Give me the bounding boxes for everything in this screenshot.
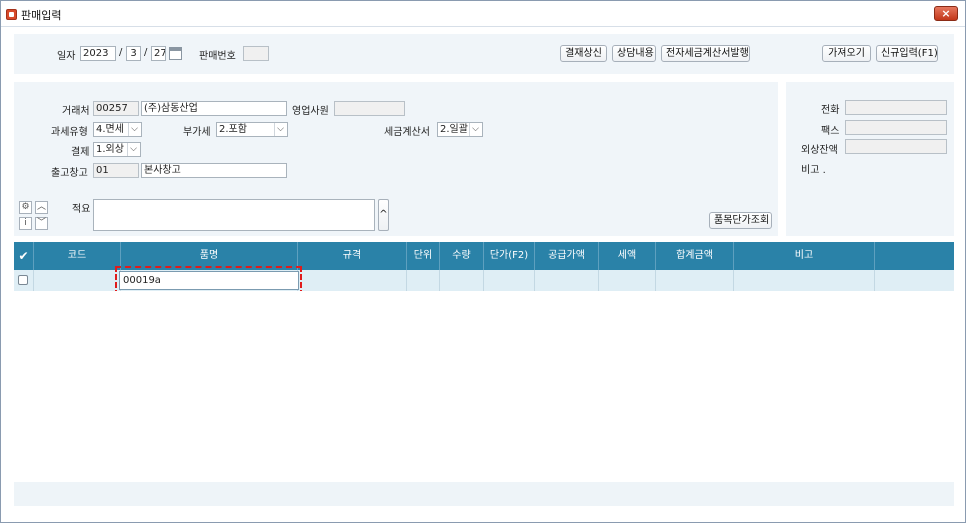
consult-button[interactable]: 상담내용 xyxy=(612,45,656,62)
grid-body[interactable] xyxy=(14,291,954,481)
memo-label: 적요 xyxy=(72,204,91,215)
memo-expand-button[interactable]: ^ xyxy=(378,199,389,231)
column-header-unit-price[interactable]: 단가(F2) xyxy=(484,242,535,270)
column-header-qty[interactable]: 수량 xyxy=(440,242,484,270)
tax-invoice-select[interactable]: 2.일괄 ⌵ xyxy=(437,122,483,137)
select-all-checkbox[interactable]: ✔ xyxy=(14,242,34,270)
date-separator: / xyxy=(119,47,123,58)
phone-label: 전화 xyxy=(821,105,840,116)
cell-spec[interactable] xyxy=(298,270,407,291)
window-title: 판매입력 xyxy=(21,9,62,22)
cell-qty[interactable] xyxy=(440,270,484,291)
chevron-down-icon: ⌵ xyxy=(469,123,481,136)
customer-name-field[interactable]: (주)삼동산업 xyxy=(141,101,287,116)
column-header-note[interactable]: 비고 xyxy=(734,242,875,270)
cell-unit-price[interactable] xyxy=(484,270,535,291)
date-separator: / xyxy=(144,47,148,58)
note-label: 비고 . xyxy=(801,165,826,176)
calendar-icon[interactable] xyxy=(169,47,182,60)
form-panel: 거래처 00257 (주)삼동산업 영업사원 과세유형 4.면세 ⌵ 부가세 2… xyxy=(14,82,778,236)
header-panel: 일자 2023 / 3 / 27 판매번호 결재상신 상담내용 전자세금계산서발… xyxy=(14,34,954,74)
chevron-down-icon[interactable]: ﹀ xyxy=(35,217,48,230)
payment-select[interactable]: 1.외상 ⌵ xyxy=(93,142,141,157)
approval-button[interactable]: 결재상신 xyxy=(560,45,607,62)
date-label: 일자 xyxy=(57,51,76,62)
chevron-up-icon[interactable]: ︿ xyxy=(35,201,48,214)
info-icon[interactable]: i xyxy=(19,217,32,230)
vat-select[interactable]: 2.포함 ⌵ xyxy=(216,122,288,137)
gear-icon[interactable]: ⚙ xyxy=(19,201,32,214)
column-header-unit[interactable]: 단위 xyxy=(407,242,440,270)
sale-no-label: 판매번호 xyxy=(199,51,236,62)
customer-label: 거래처 xyxy=(62,106,90,117)
cell-total[interactable] xyxy=(656,270,734,291)
credit-balance-label: 외상잔액 xyxy=(801,145,838,156)
warehouse-name-field[interactable]: 본사창고 xyxy=(141,163,287,178)
item-price-lookup-button[interactable]: 품목단가조회 xyxy=(709,212,772,229)
close-button[interactable]: × xyxy=(934,6,958,21)
warehouse-code-field[interactable]: 01 xyxy=(93,163,139,178)
day-field[interactable]: 27 xyxy=(151,46,166,61)
month-field[interactable]: 3 xyxy=(126,46,141,61)
customer-code-field[interactable]: 00257 xyxy=(93,101,139,116)
row-checkbox[interactable] xyxy=(18,275,28,285)
cell-code[interactable] xyxy=(34,270,121,291)
fax-label: 팩스 xyxy=(821,126,840,137)
cell-supply-amount[interactable] xyxy=(535,270,599,291)
cell-note[interactable] xyxy=(734,270,875,291)
memo-field[interactable] xyxy=(93,199,375,231)
grid-footer xyxy=(14,482,954,506)
e-tax-invoice-button[interactable]: 전자세금계산서발행 xyxy=(661,45,750,62)
vat-value: 2.포함 xyxy=(219,124,247,135)
sales-rep-label: 영업사원 xyxy=(292,106,329,117)
year-field[interactable]: 2023 xyxy=(80,46,116,61)
tax-invoice-label: 세금계산서 xyxy=(384,127,430,138)
side-panel: 전화 팩스 외상잔액 비고 . xyxy=(786,82,954,236)
sale-no-field[interactable] xyxy=(243,46,269,61)
sales-rep-field[interactable] xyxy=(334,101,405,116)
sales-entry-window: 판매입력 × 일자 2023 / 3 / 27 판매번호 결재상신 상담내용 전… xyxy=(0,0,966,523)
payment-label: 결제 xyxy=(71,147,90,158)
cell-unit[interactable] xyxy=(407,270,440,291)
tax-type-label: 과세유형 xyxy=(51,127,88,138)
credit-balance-field[interactable] xyxy=(845,139,947,154)
import-button[interactable]: 가져오기 xyxy=(822,45,871,62)
tax-type-select[interactable]: 4.면세 ⌵ xyxy=(93,122,142,137)
column-header-tax[interactable]: 세액 xyxy=(599,242,656,270)
tax-invoice-value: 2.일괄 xyxy=(440,124,468,135)
payment-value: 1.외상 xyxy=(96,144,124,155)
tax-type-value: 4.면세 xyxy=(96,124,124,135)
column-header-spec[interactable]: 규격 xyxy=(298,242,407,270)
cell-tax[interactable] xyxy=(599,270,656,291)
row-checkbox-cell xyxy=(14,270,34,291)
new-entry-button[interactable]: 신규입력(F1) xyxy=(876,45,938,62)
column-header-supply-amount[interactable]: 공급가액 xyxy=(535,242,599,270)
chevron-down-icon: ⌵ xyxy=(127,143,139,156)
column-header-total[interactable]: 합계금액 xyxy=(656,242,734,270)
chevron-down-icon: ⌵ xyxy=(128,123,140,136)
warehouse-label: 출고창고 xyxy=(51,168,88,179)
column-header-code[interactable]: 코드 xyxy=(34,242,121,270)
app-icon xyxy=(6,9,17,20)
phone-field[interactable] xyxy=(845,100,947,115)
chevron-down-icon: ⌵ xyxy=(274,123,286,136)
vat-label: 부가세 xyxy=(183,127,211,138)
fax-field[interactable] xyxy=(845,120,947,135)
title-bar: 판매입력 × xyxy=(1,1,965,27)
